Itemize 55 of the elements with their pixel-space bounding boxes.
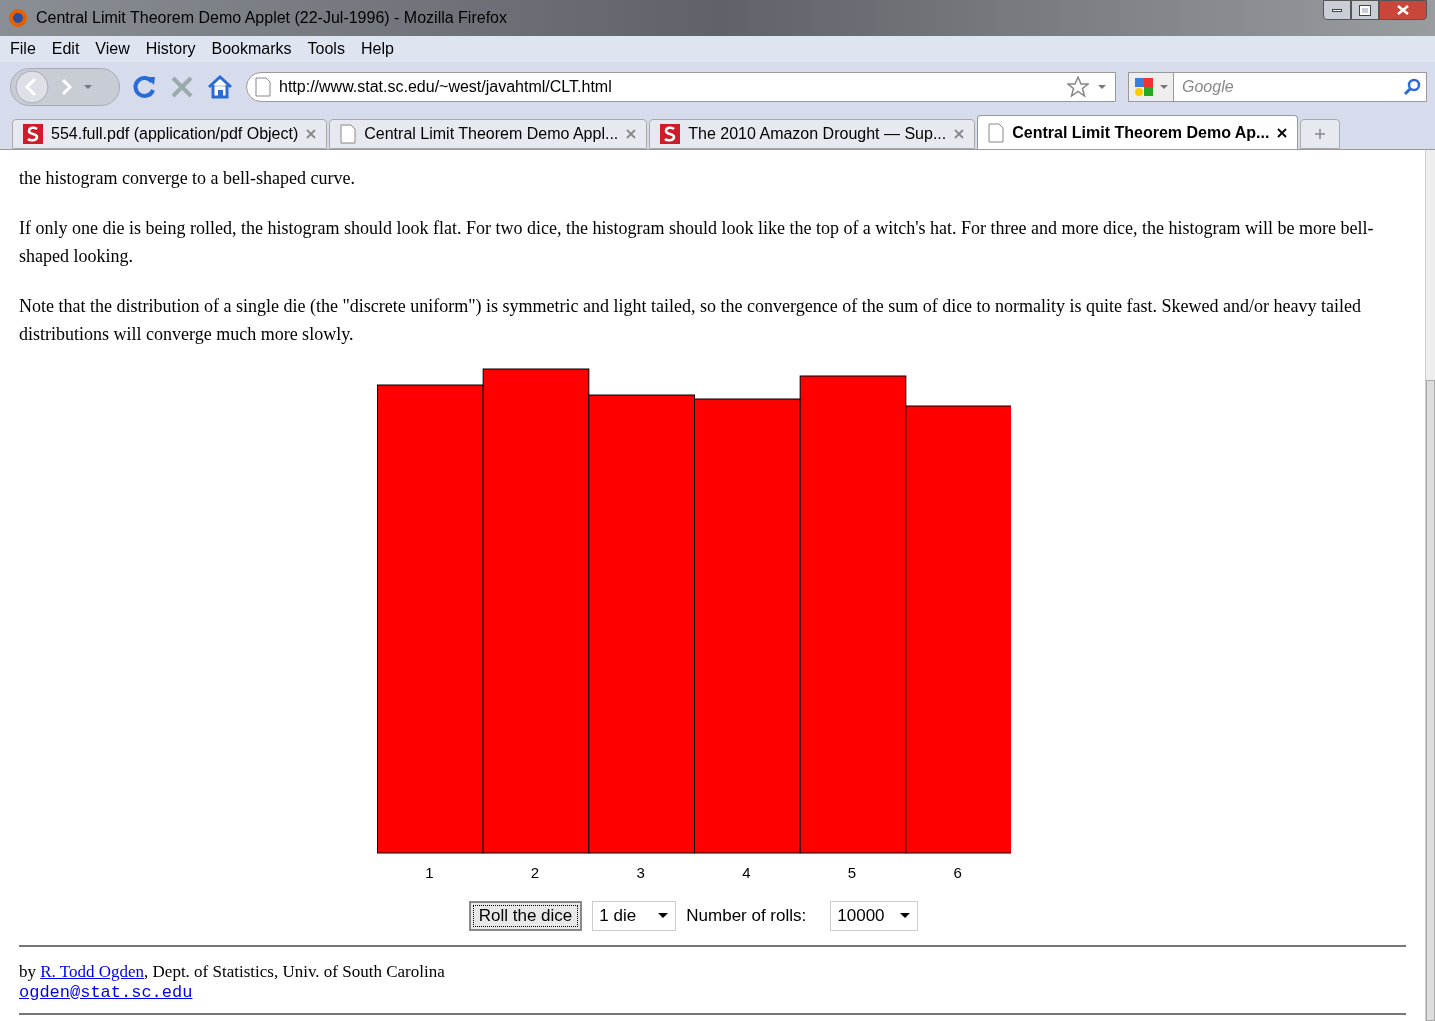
dropdown-icon[interactable] <box>1097 84 1107 90</box>
url-text: http://www.stat.sc.edu/~west/javahtml/CLT.html <box>279 77 612 97</box>
paragraph: If only one die is being rolled, the histogram should look flat. For two dice, the histogram should look like the top of a witch's hat. For three and more dice, the histogram will be more bell-shaped looking. <box>19 217 1375 268</box>
author-credit: by R. Todd Ogden, Dept. of Statistics, Univ. of South Carolina <box>19 960 446 983</box>
axis-label: 5 <box>847 863 857 883</box>
rolls-select[interactable]: 10000 <box>830 900 919 931</box>
page-icon <box>988 122 1005 143</box>
dropdown-icon <box>899 912 912 919</box>
axis-label: 1 <box>425 863 434 883</box>
email-link[interactable]: ogden@stat.sc.edu <box>19 982 193 1003</box>
menu-item[interactable]: View <box>95 37 130 61</box>
browser-tab[interactable]: 554.full.pdf (application/pdf Object) <box>12 119 328 149</box>
dropdown-icon <box>83 84 93 90</box>
site-icon <box>660 124 681 144</box>
menu-item[interactable]: Help <box>360 37 394 61</box>
plus-icon <box>1314 128 1327 140</box>
axis-label: 2 <box>530 863 540 883</box>
scrollbar[interactable] <box>1425 150 1435 1021</box>
search-field[interactable]: Google <box>1174 72 1427 102</box>
page-icon <box>340 124 357 144</box>
dropdown-icon <box>657 912 670 919</box>
menu-item[interactable]: History <box>145 37 196 61</box>
roll-the-dice-button[interactable]: Roll the dice <box>468 900 583 931</box>
menu-item[interactable]: Edit <box>51 37 80 61</box>
firefox-icon <box>8 8 28 28</box>
dice-count-select[interactable]: 1 die <box>592 900 677 931</box>
page-icon <box>255 77 271 97</box>
star-icon[interactable] <box>1067 76 1089 98</box>
dropdown-icon <box>1159 84 1169 90</box>
close-icon <box>1397 5 1409 15</box>
axis-label: 4 <box>742 863 751 883</box>
search-engine-button[interactable] <box>1128 72 1174 102</box>
site-icon <box>23 124 43 144</box>
browser-tab[interactable]: Central Limit Theorem Demo Appl... <box>329 119 648 149</box>
axis-label: 3 <box>636 863 645 883</box>
paragraph: the histogram converge to a bell-shaped curve. <box>19 167 357 190</box>
menu-item[interactable]: Bookmarks <box>211 37 292 61</box>
search-engine-icon <box>1133 76 1155 98</box>
browser-tab[interactable]: Central Limit Theorem Demo Ap... <box>977 115 1299 149</box>
close-icon[interactable] <box>1277 127 1288 138</box>
minimize-button[interactable] <box>1323 0 1351 20</box>
rolls-label: Number of rolls: <box>686 904 807 927</box>
address-bar[interactable]: http://www.stat.sc.edu/~west/javahtml/CLT.html <box>246 72 1116 102</box>
back-forward-button[interactable] <box>10 68 120 106</box>
new-tab-button[interactable] <box>1300 119 1341 149</box>
menu-item[interactable]: Tools <box>307 37 345 61</box>
menu-item[interactable]: File <box>10 37 36 61</box>
browser-tab[interactable]: The 2010 Amazon Drought — Sup... <box>649 119 976 149</box>
reload-icon[interactable] <box>132 74 158 100</box>
restore-button[interactable] <box>1351 0 1379 20</box>
axis-label: 6 <box>953 863 962 883</box>
home-icon[interactable] <box>206 74 234 100</box>
close-button[interactable] <box>1379 0 1427 20</box>
window-title: Central Limit Theorem Demo Applet (22-Jul-1996) - Mozilla Firefox <box>36 8 507 28</box>
paragraph: Note that the distribution of a single die (the "discrete uniform") is symmetric and light tailed, so the convergence of the sum of dice to normality is quite fast. Skewed and/or heavy tailed distributions will converge much more slowly. <box>19 295 1363 346</box>
